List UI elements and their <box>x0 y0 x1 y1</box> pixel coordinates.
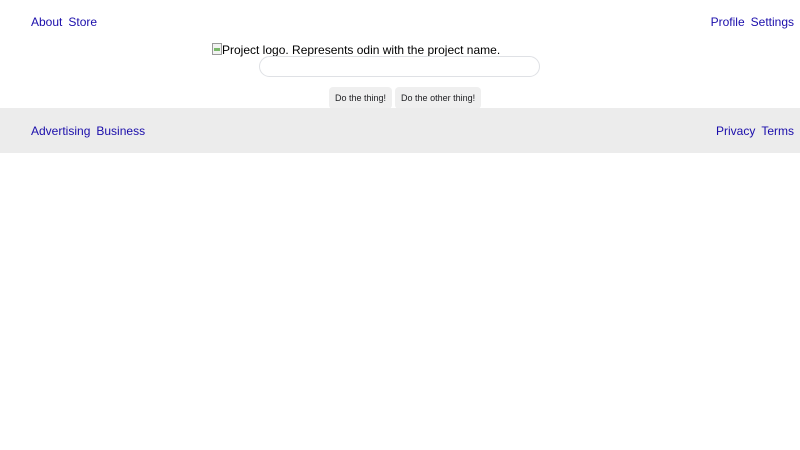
logo-alt-text: Project logo. Represents odin with the p… <box>222 43 501 57</box>
top-nav-left: About Store <box>31 15 97 31</box>
advertising-link[interactable]: Advertising <box>31 124 90 138</box>
footer-right: Privacy Terms <box>716 124 794 138</box>
search-input[interactable] <box>259 56 540 77</box>
top-nav: About Store Profile Settings <box>31 15 794 31</box>
footer-left: Advertising Business <box>31 124 145 138</box>
action-buttons: Do the thing! Do the other thing! <box>329 87 482 109</box>
settings-link[interactable]: Settings <box>751 15 794 31</box>
do-the-thing-button[interactable]: Do the thing! <box>329 87 393 109</box>
business-link[interactable]: Business <box>96 124 145 138</box>
terms-link[interactable]: Terms <box>761 124 794 138</box>
broken-image-icon <box>212 43 222 55</box>
store-link[interactable]: Store <box>68 15 97 31</box>
do-the-other-thing-button[interactable]: Do the other thing! <box>395 87 482 109</box>
footer-links: Advertising Business Privacy Terms <box>31 124 794 138</box>
privacy-link[interactable]: Privacy <box>716 124 755 138</box>
top-nav-right: Profile Settings <box>711 15 794 31</box>
profile-link[interactable]: Profile <box>711 15 745 31</box>
footer: Advertising Business Privacy Terms <box>0 108 800 153</box>
about-link[interactable]: About <box>31 15 62 31</box>
project-logo: Project logo. Represents odin with the p… <box>212 43 500 57</box>
